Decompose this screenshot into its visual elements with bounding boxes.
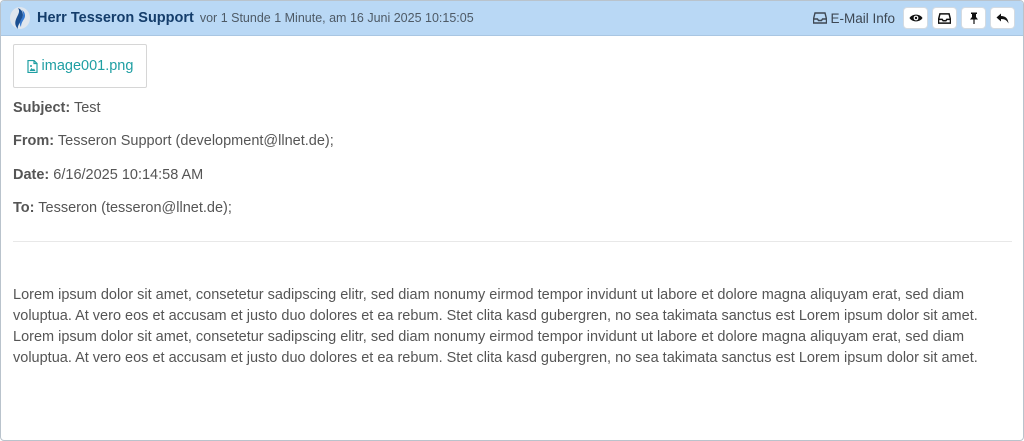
from-value: Tesseron Support (development@llnet.de); bbox=[57, 133, 334, 149]
move-to-inbox-button[interactable] bbox=[932, 7, 957, 29]
date-label: Date: bbox=[13, 167, 50, 183]
attachment-filename: image001.png bbox=[41, 58, 134, 74]
email-header: Herr Tesseron Support vor 1 Stunde 1 Min… bbox=[1, 1, 1023, 36]
date-value: 6/16/2025 10:14:58 AM bbox=[53, 167, 204, 183]
subject-row: Subject: Test bbox=[13, 100, 101, 116]
sender-avatar-icon bbox=[10, 7, 30, 29]
reply-button[interactable] bbox=[990, 7, 1015, 29]
subject-label: Subject: bbox=[13, 100, 71, 116]
pin-icon bbox=[969, 12, 978, 24]
subject-value: Test bbox=[73, 100, 101, 116]
from-row: From: Tesseron Support (development@llne… bbox=[13, 133, 334, 149]
email-card: Herr Tesseron Support vor 1 Stunde 1 Min… bbox=[0, 0, 1024, 441]
attachment-link[interactable]: image001.png bbox=[13, 44, 147, 88]
file-image-icon bbox=[26, 59, 38, 73]
to-row: To: Tesseron (tesseron@llnet.de); bbox=[13, 200, 232, 216]
inbox-icon bbox=[938, 12, 951, 24]
sender-name[interactable]: Herr Tesseron Support bbox=[37, 10, 194, 26]
to-value: Tesseron (tesseron@llnet.de); bbox=[38, 200, 232, 216]
inbox-icon bbox=[813, 12, 828, 24]
reply-icon bbox=[996, 13, 1009, 23]
eye-icon bbox=[909, 14, 922, 22]
date-row: Date: 6/16/2025 10:14:58 AM bbox=[13, 167, 203, 183]
email-info-label: E-Mail Info bbox=[830, 10, 895, 26]
email-body: Lorem ipsum dolor sit amet, consetetur s… bbox=[13, 287, 978, 366]
email-info-link[interactable]: E-Mail Info bbox=[813, 11, 895, 26]
from-label: From: bbox=[13, 133, 55, 149]
pin-button[interactable] bbox=[961, 7, 986, 29]
view-button[interactable] bbox=[903, 7, 928, 29]
to-label: To: bbox=[13, 200, 35, 216]
header-divider bbox=[13, 241, 1012, 242]
email-timestamp: vor 1 Stunde 1 Minute, am 16 Juni 2025 1… bbox=[199, 11, 474, 25]
